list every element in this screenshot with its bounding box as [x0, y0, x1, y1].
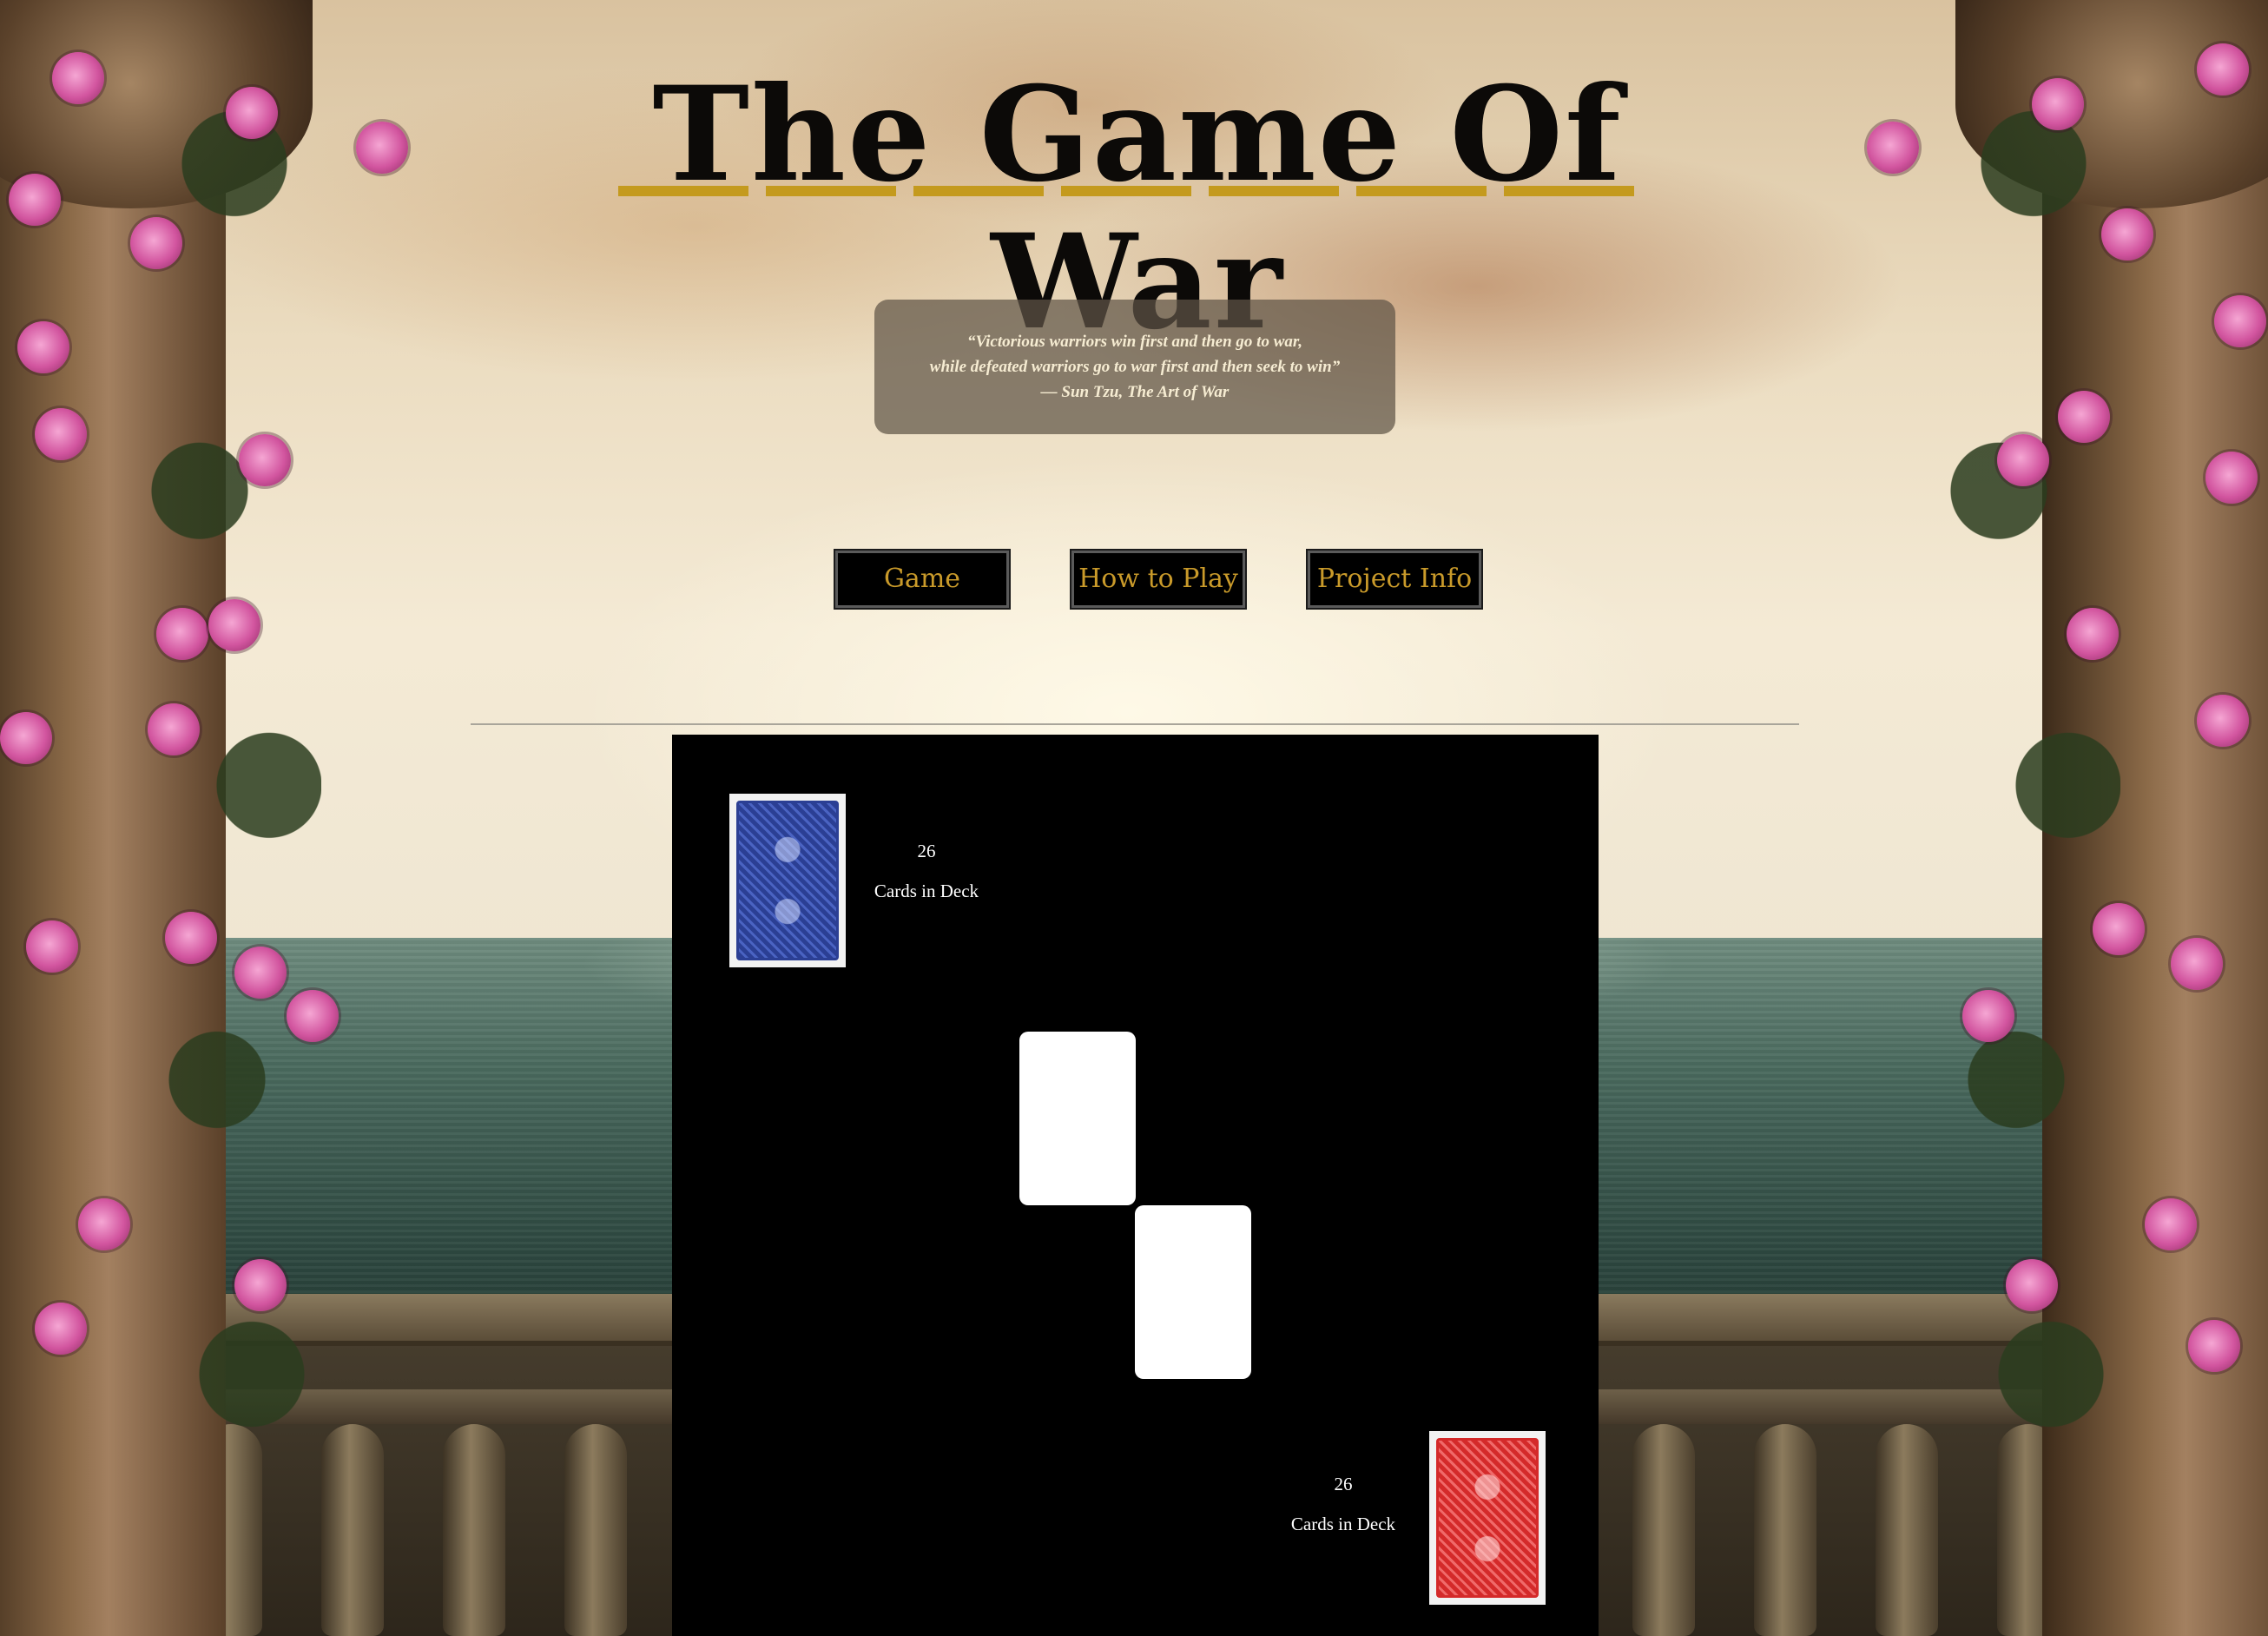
rose: [130, 217, 182, 269]
player-count-label: Cards in Deck: [1290, 1514, 1396, 1534]
divider: [471, 723, 1799, 725]
opponent-count-label: Cards in Deck: [874, 881, 979, 901]
quote-box: “Victorious warriors win first and then …: [874, 300, 1395, 434]
rose: [1867, 122, 1919, 174]
rose: [52, 52, 104, 104]
opponent-deck[interactable]: [729, 794, 846, 967]
game-board: 26 Cards in Deck 26 Cards in Deck: [672, 735, 1599, 1636]
opponent-played-card: [1019, 1032, 1136, 1205]
opponent-deck-info: 26 Cards in Deck: [857, 831, 996, 911]
blue-card-back: [736, 801, 839, 960]
rose: [2067, 608, 2119, 660]
rose: [165, 912, 217, 964]
baluster: [564, 1424, 627, 1636]
rose: [2205, 452, 2258, 504]
project-info-button[interactable]: Project Info: [1308, 551, 1481, 608]
rose: [2171, 938, 2223, 990]
rose: [35, 1303, 87, 1355]
quote-attribution: — Sun Tzu, The Art of War: [1040, 383, 1230, 401]
rose: [148, 703, 200, 755]
rose: [35, 408, 87, 460]
right-rose-vine: [1947, 0, 2120, 1636]
player-played-card: [1135, 1205, 1251, 1379]
rose: [226, 87, 278, 139]
main-nav: Game How to Play Project Info: [0, 551, 2268, 610]
baluster: [1876, 1424, 1938, 1636]
rose: [2214, 295, 2266, 347]
rose: [234, 1259, 287, 1311]
how-to-play-button[interactable]: How to Play: [1071, 551, 1245, 608]
rose: [17, 321, 69, 373]
rose: [2197, 43, 2249, 96]
opponent-card-count: 26: [917, 841, 936, 861]
rose: [356, 122, 408, 174]
rose: [1962, 990, 2014, 1042]
rose: [2093, 903, 2145, 955]
rose: [2188, 1320, 2240, 1372]
player-deck-info: 26 Cards in Deck: [1274, 1464, 1413, 1544]
rose: [2145, 1198, 2197, 1250]
rose: [2101, 208, 2153, 261]
rose: [78, 1198, 130, 1250]
rose: [1997, 434, 2049, 486]
quote-line-2: while defeated warriors go to war first …: [929, 358, 1341, 376]
rose: [156, 608, 208, 660]
rose: [234, 947, 287, 999]
rose: [239, 434, 291, 486]
rose: [2006, 1259, 2058, 1311]
rose: [2032, 78, 2084, 130]
baluster: [443, 1424, 505, 1636]
rose: [287, 990, 339, 1042]
rose: [2197, 695, 2249, 747]
baluster: [1754, 1424, 1816, 1636]
rose: [26, 920, 78, 973]
red-card-back: [1436, 1438, 1539, 1598]
game-button[interactable]: Game: [835, 551, 1009, 608]
baluster: [1632, 1424, 1695, 1636]
title-underline: [618, 186, 1652, 196]
rose: [9, 174, 61, 226]
player-card-count: 26: [1334, 1474, 1353, 1494]
baluster: [321, 1424, 384, 1636]
player-deck[interactable]: [1429, 1431, 1546, 1605]
rose: [0, 712, 52, 764]
rose: [2058, 391, 2110, 443]
quote-line-1: “Victorious warriors win first and then …: [967, 333, 1302, 351]
